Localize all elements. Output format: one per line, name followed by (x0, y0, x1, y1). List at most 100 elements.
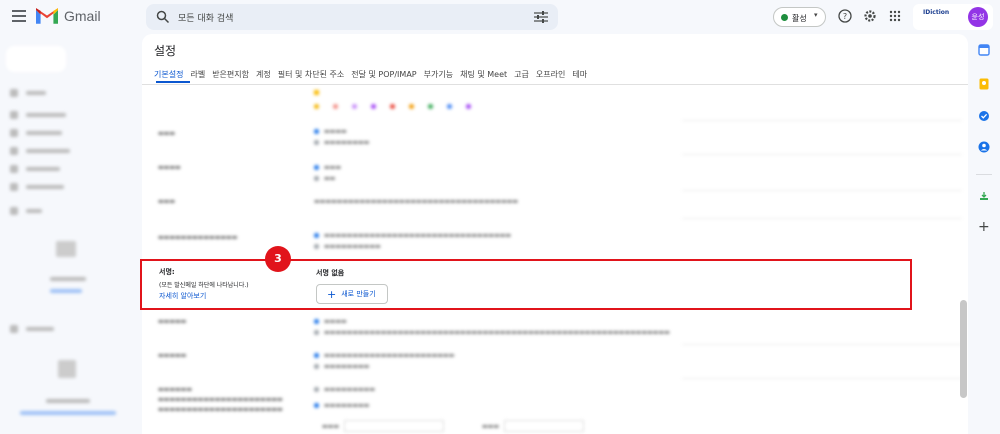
brand-logo: IDiction (923, 9, 950, 16)
nav-text (50, 274, 86, 284)
nav-item[interactable] (10, 164, 60, 174)
signature-highlight-box (140, 259, 912, 310)
plus-icon: + (327, 287, 337, 301)
setting-option[interactable]: ▬▬▬▬▬▬▬▬ (314, 402, 369, 409)
setting-label: ▬▬▬▬▬▬▬▬▬▬▬▬▬▬ (158, 234, 238, 241)
svg-text:?: ? (843, 12, 847, 21)
divider (682, 344, 962, 345)
tab-forwarding[interactable]: 전달 및 POP/IMAP (351, 69, 416, 80)
search-icon[interactable] (156, 10, 170, 24)
tab-general[interactable]: 기본설정 (154, 69, 183, 80)
divider (682, 218, 962, 219)
nav-text (46, 396, 90, 406)
page-title: 설정 (154, 44, 177, 58)
setting-option[interactable]: ▬▬▬▬▬▬▬▬ (314, 139, 369, 146)
divider (142, 84, 968, 85)
setting-option[interactable]: ▬▬▬▬▬▬▬▬▬▬ (314, 243, 381, 250)
star-colors[interactable] (314, 104, 471, 109)
setting-option[interactable]: ▬▬▬ (314, 164, 341, 171)
setting-description: ▬▬▬▬▬▬▬▬▬▬▬▬▬▬▬▬▬▬▬▬▬▬▬▬▬▬▬▬▬▬▬▬▬▬▬▬ (314, 198, 519, 205)
nav-section (10, 206, 42, 216)
date-field[interactable]: ▬▬▬ (322, 420, 445, 432)
add-addon-icon[interactable]: + (978, 220, 990, 234)
calendar-icon[interactable] (978, 44, 990, 56)
top-bar: Gmail 모든 대화 검색 활성 ▾ ? IDiction 윤성 (0, 0, 1000, 34)
setting-label: ▬▬▬▬ (158, 164, 181, 171)
setting-label: ▬▬▬ (158, 198, 176, 205)
date-field[interactable]: ▬▬▬ (482, 420, 585, 432)
scrollbar[interactable] (960, 300, 967, 398)
tab-labels[interactable]: 라벨 (190, 69, 205, 80)
status-label: 활성 (792, 14, 807, 23)
active-tab-indicator (156, 81, 190, 83)
left-navigation (0, 34, 140, 434)
search-bar[interactable]: 모든 대화 검색 (146, 4, 558, 30)
nav-item[interactable] (10, 182, 64, 192)
divider (682, 120, 962, 121)
tab-accounts[interactable]: 계정 (256, 69, 271, 80)
nav-item[interactable] (10, 110, 66, 120)
search-options-icon[interactable] (534, 11, 548, 23)
gmail-m-icon (36, 8, 58, 24)
gear-icon[interactable] (863, 9, 877, 23)
chat-icon (56, 241, 76, 257)
setting-option[interactable]: ▬▬▬▬▬▬▬▬▬ (314, 386, 375, 393)
setting-label: ▬▬▬▬▬ (158, 318, 187, 325)
setting-option[interactable]: ▬▬▬▬▬▬▬▬▬▬▬▬▬▬▬▬▬▬▬▬▬▬▬ (314, 352, 454, 359)
signature-label: 서명: (159, 268, 175, 276)
nav-item[interactable] (10, 128, 62, 138)
tab-addons[interactable]: 부가기능 (424, 69, 453, 80)
setting-option[interactable]: ▬▬▬▬▬▬▬▬ (314, 363, 369, 370)
nav-link[interactable] (50, 286, 82, 296)
setting-option[interactable]: ▬▬ (314, 175, 335, 182)
divider (682, 154, 962, 155)
nav-link[interactable] (20, 408, 116, 418)
tab-filters[interactable]: 필터 및 차단된 주소 (278, 69, 345, 80)
divider (682, 190, 962, 191)
setting-option[interactable]: ▬▬▬▬ (314, 128, 347, 135)
nav-section (10, 324, 54, 334)
settings-panel: 설정 기본설정 라벨 받은편지함 계정 필터 및 차단된 주소 전달 및 POP… (142, 34, 968, 434)
contacts-icon[interactable] (978, 141, 990, 153)
setting-label: ▬▬▬▬▬ (158, 352, 187, 359)
setting-description: ▬▬▬▬▬▬▬▬▬▬▬▬▬▬▬▬▬▬▬▬▬▬ (158, 406, 283, 413)
tab-offline[interactable]: 오프라인 (536, 69, 565, 80)
create-signature-label: 새로 만들기 (341, 290, 376, 298)
tab-inbox[interactable]: 받은편지함 (212, 69, 249, 80)
nav-item[interactable] (10, 146, 70, 156)
status-selector[interactable]: 활성 ▾ (773, 7, 826, 27)
search-input[interactable]: 모든 대화 검색 (178, 11, 233, 24)
signature-description: (모든 발신메일 하단에 나타납니다.) (159, 282, 249, 289)
setting-label: ▬▬▬▬▬▬ (158, 386, 193, 393)
tab-themes[interactable]: 테마 (572, 69, 587, 80)
compose-button[interactable] (6, 46, 66, 72)
setting-label: ▬▬▬ (158, 130, 176, 137)
setting-option[interactable] (314, 90, 319, 95)
status-dot (781, 14, 788, 21)
signature-none-text: 서명 없음 (316, 269, 345, 277)
create-signature-button[interactable]: + 새로 만들기 (316, 284, 388, 304)
help-icon[interactable]: ? (838, 9, 852, 23)
tasks-icon[interactable] (978, 110, 990, 122)
divider (682, 378, 962, 379)
divider (976, 174, 992, 175)
account-switcher[interactable]: IDiction 윤성 (913, 4, 993, 30)
tab-chat-meet[interactable]: 채팅 및 Meet (460, 69, 507, 80)
space-icon (58, 360, 76, 378)
avatar[interactable]: 윤성 (968, 7, 988, 27)
setting-option[interactable]: ▬▬▬▬▬▬▬▬▬▬▬▬▬▬▬▬▬▬▬▬▬▬▬▬▬▬▬▬▬▬▬▬▬ (314, 232, 511, 239)
setting-option[interactable]: ▬▬▬▬ (314, 318, 347, 325)
setting-option[interactable]: ▬▬▬▬▬▬▬▬▬▬▬▬▬▬▬▬▬▬▬▬▬▬▬▬▬▬▬▬▬▬▬▬▬▬▬▬▬▬▬▬… (314, 329, 670, 336)
signature-learn-more-link[interactable]: 자세히 알아보기 (159, 291, 206, 301)
tab-advanced[interactable]: 고급 (514, 69, 529, 80)
menu-icon[interactable] (12, 10, 26, 22)
nav-section (10, 88, 46, 98)
gmail-logo[interactable]: Gmail (36, 7, 101, 24)
chevron-down-icon: ▾ (814, 11, 818, 19)
step-badge: 3 (265, 246, 291, 272)
addon-icon[interactable] (978, 190, 990, 202)
keep-icon[interactable] (978, 78, 990, 90)
app-name: Gmail (64, 7, 101, 24)
apps-grid-icon[interactable] (888, 9, 902, 23)
setting-description: ▬▬▬▬▬▬▬▬▬▬▬▬▬▬▬▬▬▬▬▬▬▬ (158, 396, 283, 403)
